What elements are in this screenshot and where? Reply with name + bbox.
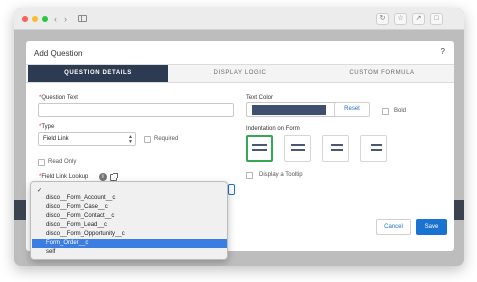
text-color-label: Text Color (246, 95, 274, 101)
type-label: *Type (39, 124, 55, 130)
tab-question-details[interactable]: QUESTION DETAILS (28, 65, 168, 82)
indent-line (252, 144, 267, 146)
dropdown-option[interactable]: disco__Form_Opportunity__c (32, 230, 227, 239)
chevron-right-icon[interactable]: › (64, 14, 67, 24)
tabs-icon[interactable]: □ (430, 13, 443, 25)
dropdown-option[interactable]: disco__Form_Case__c (32, 203, 227, 212)
minimize-window-button[interactable] (32, 16, 38, 22)
dropdown-option[interactable]: ✓ (32, 184, 227, 194)
type-select-value: Field Link (43, 136, 69, 142)
indent-line (252, 149, 267, 151)
star-icon[interactable]: ☆ (394, 13, 407, 25)
read-only-checkbox[interactable] (38, 159, 45, 166)
indent-option-none[interactable] (246, 135, 273, 162)
info-icon[interactable]: i (99, 173, 107, 181)
text-color-swatch[interactable] (252, 105, 326, 115)
sidebar-toggle-icon[interactable] (78, 15, 87, 22)
indent-option-2[interactable] (322, 135, 349, 162)
bold-label: Bold (394, 108, 407, 114)
required-label: Required (154, 136, 179, 142)
indent-line (331, 144, 343, 146)
type-select[interactable]: Field Link ▲ ▼ (38, 132, 136, 146)
indent-line (371, 144, 382, 146)
dropdown-option[interactable]: disco__Form_Lead__c (32, 221, 227, 230)
field-link-lookup-label: *Field Link Lookup (39, 174, 89, 180)
chevron-down-icon: ▼ (128, 139, 133, 145)
question-text-label: *Question Text (39, 95, 78, 101)
browser-toolbar: ‹ › ↻ ☆ ↗ □ (14, 8, 464, 30)
indent-option-3[interactable] (360, 135, 387, 162)
indent-option-1[interactable] (284, 135, 311, 162)
read-only-label: Read Only (48, 159, 77, 165)
chevron-left-icon[interactable]: ‹ (54, 14, 57, 24)
required-checkbox[interactable] (144, 136, 151, 143)
bold-checkbox[interactable] (382, 108, 389, 115)
modal-title: Add Question (34, 49, 83, 58)
external-link-icon[interactable] (110, 173, 118, 181)
field-link-lookup-dropdown[interactable]: ✓ disco__Form_Account__c disco__Form_Cas… (30, 181, 228, 260)
display-tooltip-checkbox[interactable] (246, 172, 253, 179)
display-tooltip-label: Display a Tooltip (259, 172, 303, 178)
dropdown-option[interactable]: self (32, 248, 227, 257)
indent-line (371, 149, 382, 151)
dropdown-option-highlighted[interactable]: Form_Order__c (32, 239, 227, 248)
indent-line (291, 144, 305, 146)
field-link-lookup-stepper[interactable] (228, 184, 235, 195)
save-button[interactable]: Save (416, 219, 447, 235)
tab-bar: QUESTION DETAILS DISPLAY LOGIC CUSTOM FO… (26, 64, 454, 83)
refresh-icon[interactable]: ↻ (376, 13, 389, 25)
tab-display-logic[interactable]: DISPLAY LOGIC (170, 65, 310, 82)
indent-line (291, 149, 305, 151)
tab-custom-formula[interactable]: CUSTOM FORMULA (312, 65, 452, 82)
reset-button[interactable]: Reset (334, 102, 370, 117)
indentation-label: Indentation on Form (246, 126, 300, 132)
maximize-window-button[interactable] (42, 16, 48, 22)
question-text-input[interactable] (38, 103, 234, 117)
dropdown-option[interactable]: disco__Form_Account__c (32, 194, 227, 203)
close-window-button[interactable] (22, 16, 28, 22)
help-icon[interactable]: ? (441, 47, 445, 56)
browser-window: ‹ › ↻ ☆ ↗ □ Add Question ? QUESTION DETA… (14, 8, 464, 266)
dropdown-option[interactable]: disco__Form_Contact__c (32, 212, 227, 221)
share-icon[interactable]: ↗ (412, 13, 425, 25)
indent-line (331, 149, 343, 151)
cancel-button[interactable]: Cancel (376, 219, 411, 235)
